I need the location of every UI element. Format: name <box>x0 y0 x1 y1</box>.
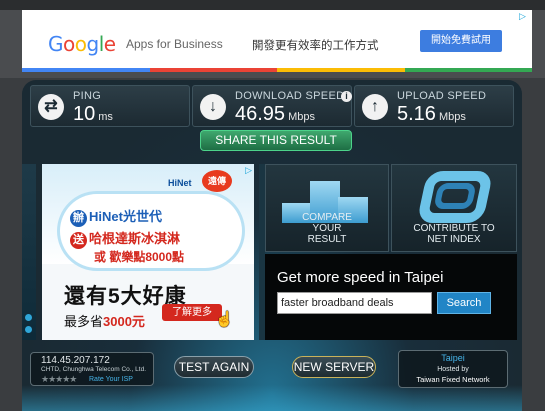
isp-name: CHTD, Chunghwa Telecom Co., Ltd. <box>41 366 147 373</box>
google-banner-ad[interactable]: Google Apps for Business 開發更有效率的工作方式 開始免… <box>22 10 532 72</box>
get-more-speed-box: Get more speed in Taipei faster broadban… <box>265 254 517 340</box>
download-value: 46.95 Mbps <box>235 103 315 125</box>
speed-box-title: Get more speed in Taipei <box>277 269 444 286</box>
top-dark-bar <box>0 0 545 10</box>
learn-more-button[interactable]: 了解更多 <box>162 304 222 321</box>
info-icon[interactable]: i <box>341 91 352 102</box>
ad-line-3: 或 歡樂點8000點 <box>94 250 185 264</box>
broadband-search-input[interactable]: faster broadband deals <box>277 292 432 314</box>
ad-line-1: 辦 HiNet光世代 <box>70 206 162 227</box>
compare-result-label: COMPARE YOUR RESULT <box>302 212 352 245</box>
hand-cursor-icon: ☝ <box>215 311 234 328</box>
isp-info: 114.45.207.172 CHTD, Chunghwa Telecom Co… <box>30 352 154 386</box>
download-metric: ↓ DOWNLOAD SPEED i 46.95 Mbps <box>192 85 352 127</box>
download-label: DOWNLOAD SPEED <box>235 90 345 102</box>
test-again-button[interactable]: TEST AGAIN <box>174 356 254 378</box>
left-rail <box>22 164 36 340</box>
compare-result-tile[interactable]: COMPARE YOUR RESULT <box>265 164 389 252</box>
upload-icon: ↑ <box>362 94 388 120</box>
adchoices-icon[interactable]: ▷ <box>245 165 252 176</box>
new-server-button[interactable]: NEW SERVER <box>292 356 376 378</box>
ad-tagline: 開發更有效率的工作方式 <box>252 40 379 52</box>
rating-stars[interactable]: ★★★★★ <box>41 374 77 385</box>
upload-metric: ↑ UPLOAD SPEED 5.16 Mbps <box>354 85 514 127</box>
google-logo: Google <box>48 32 116 56</box>
speedtest-panel: ⇄ PING 10 ms ↓ DOWNLOAD SPEED i 46.95 Mbps… <box>22 80 522 411</box>
upload-value: 5.16 Mbps <box>397 103 466 125</box>
ad-color-bar-yellow <box>277 68 405 72</box>
search-button[interactable]: Search <box>437 292 491 314</box>
ping-icon: ⇄ <box>38 94 64 120</box>
rail-dot <box>25 314 32 321</box>
ping-value: 10 ms <box>73 103 113 125</box>
rate-isp-link[interactable]: Rate Your ISP <box>89 376 133 383</box>
ping-label: PING <box>73 90 102 102</box>
rail-dot <box>25 326 32 333</box>
share-result-button[interactable]: SHARE THIS RESULT <box>200 130 352 151</box>
ad-color-bar-red <box>150 68 277 72</box>
hinet-ad[interactable]: HiNet 遠傳 辦 HiNet光世代 送哈根達斯冰淇淋 或 歡樂點8000點 還… <box>42 164 254 340</box>
ad-product-name: Apps for Business <box>126 37 223 51</box>
server-info: Taipei Hosted by Taiwan Fixed Network <box>398 350 508 388</box>
contribute-label: CONTRIBUTE TO NET INDEX <box>413 223 495 245</box>
ip-address: 114.45.207.172 <box>41 355 110 366</box>
contribute-tile[interactable]: CONTRIBUTE TO NET INDEX <box>391 164 517 252</box>
free-trial-button[interactable]: 開始免費試用 <box>420 30 502 52</box>
hosted-by-label: Hosted by <box>437 366 469 373</box>
ad-color-bar-blue <box>22 68 150 72</box>
server-city: Taipei <box>441 353 465 363</box>
upload-label: UPLOAD SPEED <box>397 90 487 102</box>
partner-logo: 遠傳 <box>202 170 232 192</box>
adchoices-icon[interactable]: ▷ <box>519 11 529 21</box>
hinet-logo: HiNet <box>168 178 192 188</box>
ad-line-2: 送哈根達斯冰淇淋 <box>70 228 180 249</box>
ad-color-bar-green <box>405 68 532 72</box>
host-network: Taiwan Fixed Network <box>416 375 490 384</box>
cable-glow <box>22 385 522 411</box>
results-bar: ⇄ PING 10 ms ↓ DOWNLOAD SPEED i 46.95 Mbps… <box>30 85 514 127</box>
ad-savings: 最多省3000元 <box>64 314 145 329</box>
download-icon: ↓ <box>200 94 226 120</box>
ping-metric: ⇄ PING 10 ms <box>30 85 190 127</box>
